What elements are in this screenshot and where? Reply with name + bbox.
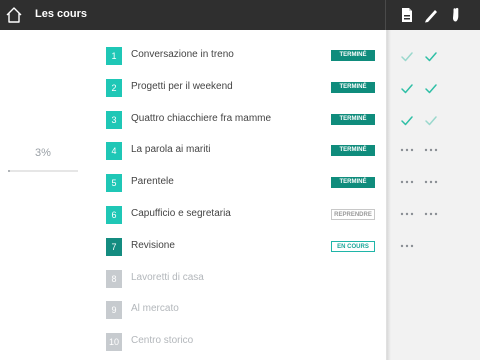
column-shadow [387, 30, 391, 360]
progress-dots-icon [400, 179, 414, 185]
hand-icon[interactable] [447, 6, 465, 24]
status-badge[interactable]: TERMINÉ [331, 145, 375, 157]
home-icon[interactable] [4, 5, 24, 25]
lesson-title: Parentele [131, 176, 174, 188]
lesson-title: Centro storico [131, 335, 194, 347]
lesson-number: 6 [106, 206, 122, 224]
status-badge[interactable]: TERMINÉ [331, 81, 375, 93]
page-title: Les cours [35, 8, 87, 20]
lesson-item[interactable]: 2 Progetti per il weekend TERMINÉ [106, 78, 385, 97]
status-badge[interactable]: TERMINÉ [331, 177, 375, 189]
lesson-title: Lavoretti di casa [131, 271, 204, 283]
top-bar: Les cours [0, 0, 480, 30]
progress-dots-icon [424, 147, 438, 153]
lesson-number: 4 [106, 142, 122, 161]
lesson-number: 8 [106, 269, 122, 288]
checkmark-icon [400, 82, 414, 94]
lesson-number: 9 [106, 301, 122, 320]
lesson-item[interactable]: 4 La parola ai mariti TERMINÉ [106, 142, 385, 161]
progress-dots-icon [400, 147, 414, 153]
lesson-item: 8 Lavoretti di casa [106, 269, 385, 288]
lesson-title: Revisione [131, 239, 175, 251]
lesson-title: Conversazione in treno [131, 49, 234, 60]
toolbar [385, 0, 480, 30]
lesson-item[interactable]: 1 Conversazione in treno TERMINÉ [106, 47, 385, 65]
lesson-list: 1 Conversazione in treno TERMINÉ 2 Progetti … [0, 30, 385, 360]
checkmark-icon [424, 82, 438, 94]
lesson-item[interactable]: 3 Quattro chiacchiere fra mamme TERMINÉ [106, 110, 385, 129]
lesson-title: Progetti per il weekend [131, 80, 233, 92]
checkmark-icon [424, 50, 438, 62]
lesson-title: Quattro chiacchiere fra mamme [131, 112, 272, 124]
lesson-item: 9 Al mercato [106, 301, 385, 320]
status-badge[interactable]: TERMINÉ [331, 50, 375, 61]
status-badge[interactable]: TERMINÉ [331, 113, 375, 125]
progress-dots-icon [424, 179, 438, 185]
lesson-item: 10 Centro storico [106, 333, 385, 352]
status-column [386, 30, 480, 360]
progress-dots-icon [400, 243, 414, 249]
lesson-number: 7 [106, 237, 122, 256]
checkmark-icon [400, 50, 414, 62]
lesson-number: 5 [106, 174, 122, 193]
lesson-title: Al mercato [131, 303, 179, 315]
lesson-item[interactable]: 7 Revisione EN COURS [106, 237, 385, 256]
status-badge[interactable]: EN COURS [331, 240, 375, 252]
progress-dots-icon [424, 211, 438, 217]
lesson-title: La parola ai mariti [131, 144, 211, 156]
document-icon[interactable] [398, 6, 416, 24]
lesson-number: 3 [106, 110, 122, 129]
lesson-title: Capufficio e segretaria [131, 208, 231, 219]
status-badge[interactable]: REPRENDRE [331, 209, 375, 220]
progress-dots-icon [400, 211, 414, 217]
lesson-number: 2 [106, 78, 122, 97]
pencil-icon[interactable] [422, 6, 440, 24]
lesson-number: 10 [106, 333, 122, 352]
checkmark-icon [400, 114, 414, 126]
lesson-item[interactable]: 5 Parentele TERMINÉ [106, 174, 385, 193]
lesson-number: 1 [106, 47, 122, 65]
lesson-item[interactable]: 6 Capufficio e segretaria REPRENDRE [106, 206, 385, 224]
checkmark-icon [424, 114, 438, 126]
